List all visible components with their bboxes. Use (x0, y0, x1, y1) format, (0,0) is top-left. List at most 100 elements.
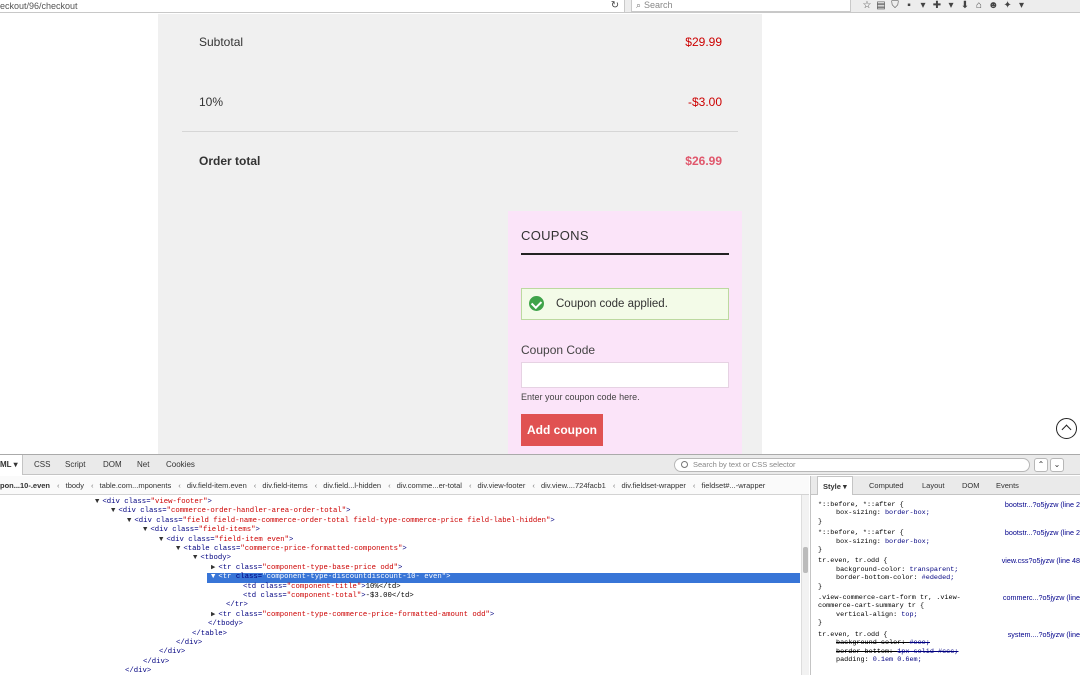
css-source-link[interactable]: view.css?o5jyzw (line 48 (1002, 557, 1080, 566)
html-tree-node[interactable]: </div> (173, 639, 202, 648)
save-dropdown-icon[interactable]: ▾ (918, 0, 928, 12)
chat-icon[interactable]: ☻ (988, 0, 999, 12)
reload-icon[interactable]: ↻ (607, 0, 623, 12)
css-property-name: border-bottom-color (836, 574, 914, 583)
breadcrumb-item[interactable]: div.view....724facb1 (541, 476, 606, 494)
tab-css[interactable]: CSS (34, 455, 50, 475)
twisty-icon: ▼ (159, 535, 164, 544)
css-property[interactable]: border-bottom-color: #ededed; (818, 574, 1080, 582)
attr-name: class= (260, 592, 287, 600)
tab-style[interactable]: Style ▾ (817, 476, 853, 495)
css-property-value: #eee; (909, 639, 930, 648)
css-source-link[interactable]: commerc...?o5jyzw (line (1003, 593, 1080, 602)
attr-value: "component-title" (286, 582, 362, 591)
breadcrumb-item[interactable]: table.com...mponents (100, 476, 172, 494)
css-source-link[interactable]: bootstr...?o5jyzw (line 2 (1005, 528, 1080, 537)
tab-events[interactable]: Events (996, 476, 1019, 495)
html-tree-node[interactable]: ▼ <div class="field-item even"> (159, 536, 293, 545)
tab-layout[interactable]: Layout (922, 476, 945, 495)
css-property[interactable]: background-color: #eee; (818, 639, 1080, 647)
html-tree-node[interactable]: <td class="component-title">10%</td> (240, 583, 401, 592)
discount-label: 10% (199, 95, 224, 109)
breadcrumb-item[interactable]: div.field-item.even (187, 476, 247, 494)
css-source-link[interactable]: system....?o5jyzw (line (1008, 630, 1080, 639)
tab-dom[interactable]: DOM (103, 455, 122, 475)
bookmark-star-icon[interactable]: ☆ (862, 0, 872, 12)
breadcrumb-item[interactable]: tbody (66, 476, 84, 494)
add-coupon-button[interactable]: Add coupon (521, 414, 603, 446)
tag-name: </div> (125, 667, 152, 675)
toolbar-icons: ☆ ▤ ⛉ ▪ ▾ ✚ ▾ ⬇ ⌂ ☻ ✦ ▾ (862, 0, 1027, 12)
html-tree-node[interactable]: ▼ <tr class="component-type-discountdisco… (207, 573, 800, 583)
html-tree-node[interactable]: ▼ <div class="field-items"> (143, 526, 260, 535)
tag-name: <div (166, 535, 189, 544)
html-tree-node[interactable]: ▼ <div class="field field-name-commerce-o… (127, 517, 555, 526)
html-tree-node[interactable]: ▼ <div class="view-footer"> (95, 498, 212, 507)
css-property[interactable]: background-color: transparent; (818, 566, 1080, 574)
tab-html[interactable]: ML ▾ (0, 455, 23, 475)
search-next-icon[interactable]: ⌄ (1050, 458, 1064, 472)
html-tree-node[interactable]: </div> (122, 667, 151, 675)
tag-close: > (397, 563, 403, 572)
html-tree-node[interactable]: </div> (140, 658, 169, 667)
address-bar[interactable]: eckout/96/checkout (0, 0, 625, 12)
html-tree-scrollbar[interactable] (801, 495, 809, 675)
html-tree-node[interactable]: <td class="component-total">-$3.00</td> (240, 592, 414, 601)
breadcrumb-item[interactable]: div.view-footer (478, 476, 526, 494)
breadcrumb-item[interactable]: div.field...l-hidden (323, 476, 381, 494)
breadcrumb-item[interactable]: pon...10-.even (0, 476, 50, 494)
addon-dropdown-icon[interactable]: ▾ (946, 0, 956, 12)
attr-name: class= (156, 516, 183, 525)
css-source-link[interactable]: bootstr...?o5jyzw (line 2 (1005, 500, 1080, 509)
tag-name: <table (183, 545, 215, 553)
css-property-name: border-bottom (836, 647, 890, 656)
css-property[interactable]: vertical-align: top; (818, 611, 1080, 619)
html-tree-node[interactable]: ▶ <tr class="component-type-commerce-pric… (211, 611, 494, 620)
tab-side-dom[interactable]: DOM (962, 476, 980, 495)
html-tree-node[interactable]: ▼ <table class="commerce-price-formatted-… (176, 545, 407, 554)
pocket-icon[interactable]: ⛉ (890, 0, 900, 12)
firebug-dropdown-icon[interactable]: ▾ (1017, 0, 1027, 12)
reader-icon[interactable]: ▤ (876, 0, 886, 12)
css-property[interactable]: box-sizing: border-box; (818, 538, 1080, 546)
order-total-value: $26.99 (685, 154, 722, 168)
tag-name: <div (134, 516, 157, 525)
coupons-title-rule (521, 253, 729, 255)
html-tree-node[interactable]: </tr> (223, 601, 248, 610)
css-property[interactable]: padding: 0.1em 0.6em; (818, 656, 1080, 664)
subtotal-row: Subtotal $29.99 (182, 22, 738, 62)
tag-name: <div (118, 507, 141, 516)
breadcrumb-item[interactable]: div.field-items (262, 476, 307, 494)
html-tree-node[interactable]: ▼ <div class="commerce-order-handler-area… (111, 507, 351, 516)
tab-net[interactable]: Net (137, 455, 149, 475)
css-property-value: transparent; (909, 565, 959, 574)
address-text: eckout/96/checkout (0, 1, 78, 11)
firebug-search-input[interactable]: Search by text or CSS selector (674, 458, 1030, 472)
tab-computed[interactable]: Computed (869, 476, 904, 495)
search-prev-icon[interactable]: ⌃ (1034, 458, 1048, 472)
breadcrumb-item[interactable]: div.fieldset-wrapper (621, 476, 685, 494)
firebug-icon[interactable]: ✦ (1003, 0, 1013, 12)
css-property[interactable]: border-bottom: 1px solid #ccc; (818, 648, 1080, 656)
css-rule: *::before, *::after {bootstr...?o5jyzw (… (818, 500, 1080, 526)
html-tree-node[interactable]: ▼ <tbody> (193, 554, 231, 563)
breadcrumb-item[interactable]: div.comme...er-total (397, 476, 462, 494)
tag-close: > (207, 498, 212, 506)
browser-search-input[interactable]: ⌕ Search (631, 0, 851, 12)
breadcrumb-item[interactable]: fieldset#...-wrapper (702, 476, 766, 494)
attr-name: class= (188, 535, 215, 544)
css-property[interactable]: box-sizing: border-box; (818, 509, 1080, 517)
save-icon[interactable]: ▪ (904, 0, 914, 12)
scroll-to-top-icon[interactable] (1056, 418, 1077, 439)
tab-script[interactable]: Script (65, 455, 85, 475)
download-icon[interactable]: ⬇ (960, 0, 970, 12)
html-tree-node[interactable]: </div> (156, 648, 185, 657)
home-icon[interactable]: ⌂ (974, 0, 984, 12)
twisty-icon: ▼ (95, 498, 100, 506)
coupon-code-input[interactable] (521, 362, 729, 388)
html-tree-node[interactable]: </table> (189, 630, 227, 639)
html-tree-node[interactable]: ▶ <tr class="component-type-base-price od… (211, 564, 402, 573)
addon-icon[interactable]: ✚ (932, 0, 942, 12)
tab-cookies[interactable]: Cookies (166, 455, 195, 475)
html-tree-node[interactable]: </tbody> (205, 620, 243, 629)
